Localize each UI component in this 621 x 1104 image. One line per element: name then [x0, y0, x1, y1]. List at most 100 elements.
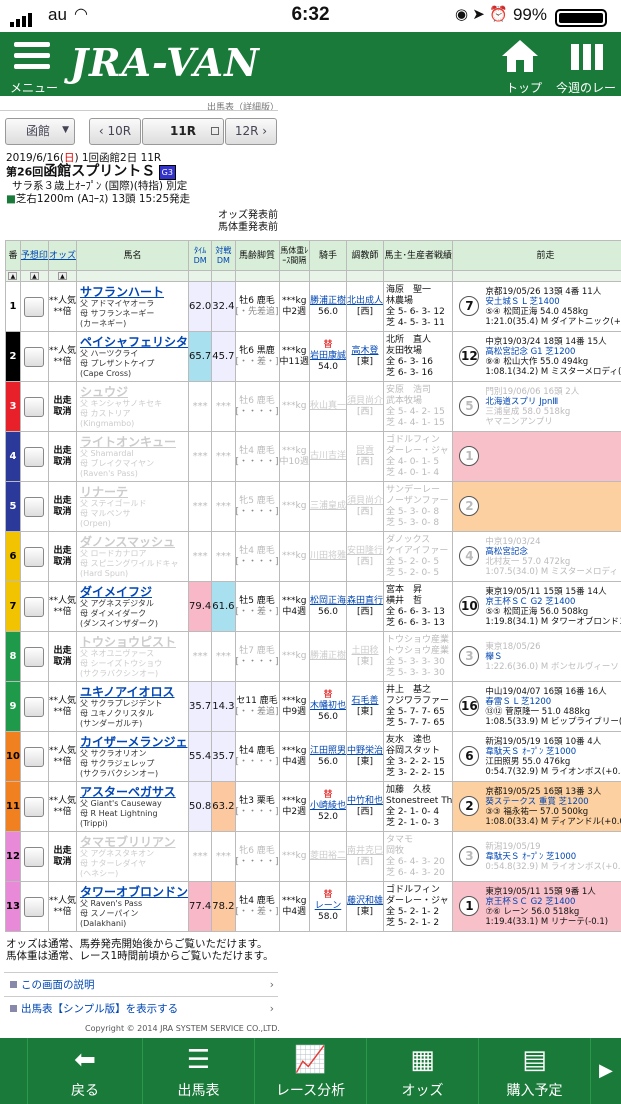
trainer-link[interactable]: 北出成人 — [348, 296, 383, 307]
previous-race-cell[interactable]: 2 — [452, 481, 621, 532]
horse-name-link[interactable]: ダノンスマッシュ — [80, 535, 188, 549]
horse-name-link[interactable]: ダイメイフジ — [80, 585, 188, 599]
prediction-checkbox[interactable] — [24, 596, 45, 617]
prediction-checkbox[interactable] — [24, 896, 45, 917]
week-races-icon[interactable] — [569, 42, 605, 72]
odds-cell: **人気 **倍 — [47, 281, 77, 332]
horse-name-link[interactable]: タマモブリリアン — [80, 835, 188, 849]
trainer-link[interactable]: 森田直行 — [348, 596, 383, 607]
horse-name-link[interactable]: シュウジ — [80, 385, 188, 399]
horse-name-link[interactable]: カイザーメランジェ — [80, 735, 188, 749]
prediction-checkbox[interactable] — [24, 446, 45, 467]
sort-icon[interactable]: ▲ — [29, 272, 39, 280]
prediction-checkbox[interactable] — [24, 746, 45, 767]
prediction-checkbox[interactable] — [24, 846, 45, 867]
trainer-link[interactable]: 土田稔 — [348, 646, 383, 657]
previous-race-cell[interactable]: 3 新潟19/05/19 韋駄天Ｓ ｵｰﾌﾟﾝ 芝1000 0:54.8(32.9) … — [452, 831, 621, 882]
horse-name-link[interactable]: ライトオンキュー — [80, 435, 188, 449]
next-race-button[interactable]: 12R › — [225, 118, 277, 145]
tab-entries[interactable]: ☰ 出馬表 — [143, 1038, 255, 1104]
week-races-link[interactable]: 今週のレース — [556, 79, 621, 113]
prev-race-button[interactable]: ‹ 10R — [89, 118, 141, 145]
prediction-checkbox[interactable] — [24, 296, 45, 317]
trainer-link[interactable]: 須貝尚介 — [348, 396, 383, 407]
trainer-link[interactable]: 中竹和也 — [348, 796, 383, 807]
tab-odds[interactable]: ▦ オッズ — [367, 1038, 479, 1104]
current-race-button[interactable]: 11R — [142, 118, 224, 145]
jockey-cell: 川田将雅 — [308, 531, 348, 582]
trainer-link[interactable]: 石毛善 — [348, 696, 383, 707]
previous-race-cell[interactable]: 4 中京19/03/24 高松宮記念 北村友一 57.0 472kg 1:07.5(34… — [452, 531, 621, 582]
horse-name-link[interactable]: ユキノアイオロス — [80, 685, 188, 699]
tab-analysis[interactable]: 📈 レース分析 — [255, 1038, 367, 1104]
jockey-link[interactable]: 江田照男 — [310, 746, 345, 757]
previous-race-cell[interactable]: 5 門別19/06/06 16頭 2人 北海道スプリ JpnⅢ 三浦皇成 58.0 5… — [452, 381, 621, 432]
horse-name-link[interactable]: ペイシャフェリシタ — [80, 335, 188, 349]
prediction-checkbox[interactable] — [24, 496, 45, 517]
jockey-link[interactable]: 岩田康誠 — [310, 351, 345, 362]
jockey-link[interactable]: 勝浦正樹 — [310, 296, 345, 307]
col-odds[interactable]: オッズ — [47, 240, 77, 271]
help-link[interactable]: この画面の説明 › — [4, 972, 278, 996]
tab-purchase[interactable]: ▤ 購入予定 — [479, 1038, 591, 1104]
prediction-checkbox[interactable] — [24, 346, 45, 367]
prev-race-time: 1:21.0(35.4) M ダイアトニック(+0.4) — [485, 316, 621, 327]
horse-name-link[interactable]: リナーテ — [80, 485, 188, 499]
jockey-link[interactable]: 勝浦正樹 — [310, 651, 345, 662]
sort-icon[interactable]: ▲ — [8, 272, 18, 280]
jockey-link[interactable]: 川田将雅 — [310, 551, 345, 562]
col-taisen-dm[interactable]: 対戦DM — [211, 240, 236, 271]
prediction-checkbox[interactable] — [24, 696, 45, 717]
venue-select[interactable]: 函館 ▼ — [5, 118, 75, 145]
previous-race-cell[interactable]: 2 京都19/05/25 16頭 13番 3人 葵ステークス 重賞 芝1200 ③③ … — [452, 781, 621, 832]
jockey-link[interactable]: 秋山真一 — [310, 401, 345, 412]
trainer-link[interactable]: 昆貢 — [348, 446, 383, 457]
trainer-link[interactable]: 高木登 — [348, 346, 383, 357]
odds-cell: 出走 取消 — [47, 381, 77, 432]
previous-race-cell[interactable]: 10 東京19/05/11 15頭 15番 14人 京王杯ＳＣ G2 芝1400 ⑤⑤… — [452, 581, 621, 632]
col-time-dm[interactable]: ﾀｲﾑDM — [187, 240, 213, 271]
prev-race-date: 京都19/05/25 16頭 13番 3人 — [485, 786, 602, 797]
simple-view-link[interactable]: 出馬表【シンプル版】を表示する › — [4, 996, 278, 1020]
previous-race-cell[interactable]: 12 中京19/03/24 18頭 14番 15人 高松宮記念 G1 芝1200 ⑨⑧… — [452, 331, 621, 382]
previous-race-cell[interactable]: 7 京都19/05/26 13頭 4番 11人 安土城Ｓ L 芝1400 ⑤④ 松岡正… — [452, 281, 621, 332]
sort-icon[interactable]: ▲ — [57, 272, 67, 280]
trainer-link[interactable]: 南井克巳 — [348, 846, 383, 857]
trainer-link[interactable]: 中野栄治 — [348, 746, 383, 757]
prediction-cell — [19, 481, 49, 532]
menu-label[interactable]: メニュー — [10, 79, 58, 96]
prediction-checkbox[interactable] — [24, 796, 45, 817]
trainer-link[interactable]: 安田隆行 — [348, 546, 383, 557]
odds-note: オッズ発表前 馬体重発表前 — [218, 210, 278, 234]
previous-race-cell[interactable]: 16 中山19/04/07 16頭 16番 16人 春雷Ｓ L 芝1200 ⑬⑫ 菅原… — [452, 681, 621, 732]
jockey-link[interactable]: 小崎綾也 — [310, 801, 345, 812]
prev-race-date: 東京19/05/11 15頭 15番 14人 — [485, 586, 607, 597]
body-weight: ***kg — [282, 695, 307, 706]
record-all: 全 5- 2- 0- 5 — [386, 556, 440, 567]
jockey-link[interactable]: 木幡初也 — [310, 701, 345, 712]
jockey-link[interactable]: 三浦皇成 — [310, 501, 345, 512]
previous-race-cell[interactable]: 1 — [452, 431, 621, 482]
prediction-checkbox[interactable] — [24, 396, 45, 417]
horse-name-link[interactable]: トウショウピスト — [80, 635, 188, 649]
prediction-checkbox[interactable] — [24, 546, 45, 567]
jockey-link[interactable]: レーン — [310, 901, 345, 912]
previous-race-cell[interactable]: 1 東京19/05/11 15頭 9番 1人 京王杯ＳＣ G2 芝1400 ⑦⑥ レー… — [452, 881, 621, 932]
col-yoso[interactable]: 予想印 — [19, 240, 49, 271]
previous-race-cell[interactable]: 3 東京18/05/26 欅Ｓ 1:22.6(36.0) M ボンセルヴィーソ — [452, 631, 621, 682]
home-icon[interactable] — [500, 38, 540, 74]
horse-name-link[interactable]: タワーオブロンドン — [80, 885, 188, 899]
previous-race-cell[interactable]: 6 新潟19/05/19 16頭 10番 4人 韋駄天Ｓ ｵｰﾌﾟﾝ 芝1000 江田… — [452, 731, 621, 782]
prediction-checkbox[interactable] — [24, 646, 45, 667]
top-link[interactable]: トップ — [506, 79, 542, 96]
horse-name-link[interactable]: アスターペガサス — [80, 785, 188, 799]
jockey-link[interactable]: 古川吉洋 — [310, 451, 345, 462]
tab-back[interactable]: ⬅ 戻る — [28, 1038, 143, 1104]
menu-icon[interactable] — [14, 42, 50, 74]
jockey-link[interactable]: 松岡正海 — [310, 596, 345, 607]
horse-name-link[interactable]: サフランハート — [80, 285, 188, 299]
trainer-link[interactable]: 藤沢和雄 — [348, 896, 383, 907]
jockey-link[interactable]: 菱田裕二 — [310, 851, 345, 862]
trainer-link[interactable]: 須貝尚介 — [348, 496, 383, 507]
tab-more[interactable]: ▶ — [591, 1038, 621, 1104]
